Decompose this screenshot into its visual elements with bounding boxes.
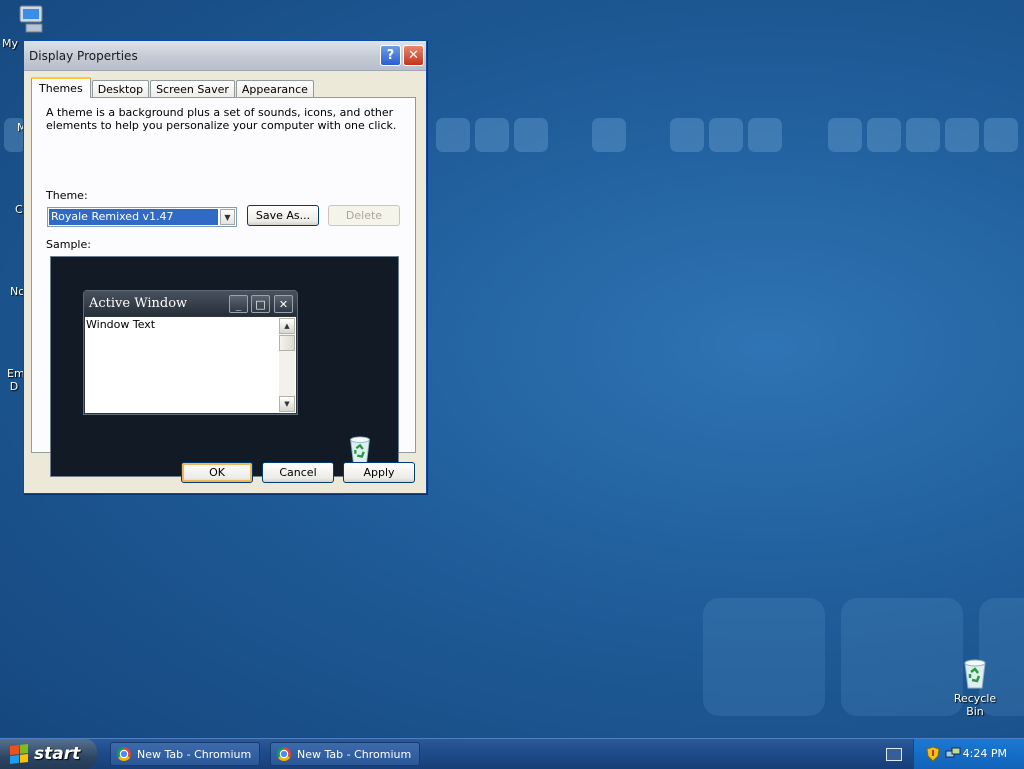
cancel-button[interactable]: Cancel (262, 462, 334, 483)
sample-window-title: Active Window (89, 296, 188, 311)
dialog-title: Display Properties (29, 48, 138, 63)
sample-scrollbar: ▲ ▼ (279, 318, 295, 412)
my-computer-icon (19, 5, 43, 33)
tab-appearance[interactable]: Appearance (235, 80, 314, 98)
security-shield-icon[interactable] (926, 746, 940, 762)
keyboard-icon[interactable] (886, 748, 902, 761)
network-icon[interactable] (945, 746, 961, 762)
theme-label: Theme: (46, 189, 88, 202)
sample-window-body: Window Text ▲ ▼ (85, 317, 296, 413)
scroll-thumb (279, 335, 295, 351)
tab-screen-saver[interactable]: Screen Saver (150, 80, 235, 98)
close-icon: ✕ (274, 295, 293, 313)
themes-panel: A theme is a background plus a set of so… (31, 97, 416, 477)
sample-label: Sample: (46, 238, 91, 251)
sample-window: Active Window _ □ ✕ Window Text ▲ ▼ (83, 290, 298, 415)
desktop-icon-label: C (15, 203, 23, 216)
start-label: start (34, 744, 81, 764)
taskbar: start New Tab - Chromium New Tab - Chrom… (0, 738, 1024, 769)
taskbar-item-chromium-1[interactable]: New Tab - Chromium (110, 742, 260, 766)
system-tray: 4:24 PM (913, 739, 1024, 769)
theme-select-value: Royale Remixed v1.47 (49, 209, 218, 225)
theme-description: A theme is a background plus a set of so… (46, 106, 397, 132)
apply-button[interactable]: Apply (343, 462, 415, 483)
desktop-icon-recycle-bin[interactable]: Recycle Bin (944, 658, 1006, 718)
theme-select[interactable]: Royale Remixed v1.47 ▼ (47, 207, 237, 227)
close-button[interactable]: ✕ (403, 45, 424, 66)
taskbar-item-chromium-2[interactable]: New Tab - Chromium (270, 742, 420, 766)
save-as-button[interactable]: Save As... (247, 205, 319, 226)
start-button[interactable]: start (0, 739, 97, 769)
help-button[interactable]: ? (380, 45, 401, 66)
display-properties-dialog: Display Properties ? ✕ Themes Desktop Sc… (23, 40, 427, 494)
taskbar-item-label: New Tab - Chromium (297, 747, 412, 761)
scroll-down-icon: ▼ (279, 396, 295, 412)
dialog-titlebar[interactable]: Display Properties ? ✕ (24, 41, 426, 71)
delete-button[interactable]: Delete (328, 205, 400, 226)
windows-logo-icon (10, 744, 28, 764)
tab-themes[interactable]: Themes (31, 77, 91, 98)
desktop-icon-partial-c[interactable]: C (15, 203, 23, 216)
minimize-icon: _ (229, 295, 248, 313)
tab-desktop[interactable]: Desktop (91, 80, 150, 98)
ok-button[interactable]: OK (181, 462, 253, 483)
taskbar-item-label: New Tab - Chromium (137, 747, 252, 761)
recycle-bin-icon (350, 436, 370, 464)
clock[interactable]: 4:24 PM (963, 747, 1007, 760)
chromium-icon (117, 747, 131, 761)
scroll-up-icon: ▲ (279, 318, 295, 334)
sample-window-titlebar: Active Window _ □ ✕ (84, 291, 297, 316)
theme-sample-preview: Active Window _ □ ✕ Window Text ▲ ▼ (50, 256, 399, 477)
help-icon: ? (386, 48, 395, 63)
close-icon: ✕ (408, 48, 419, 63)
recycle-bin-label: Recycle Bin (953, 692, 997, 718)
chevron-down-icon[interactable]: ▼ (220, 209, 235, 225)
chromium-icon (277, 747, 291, 761)
tab-strip: Themes Desktop Screen Saver Appearance (31, 76, 315, 98)
desktop-icon-partial-em[interactable]: Em D (7, 367, 25, 393)
maximize-icon: □ (251, 295, 270, 313)
sample-window-text: Window Text (86, 318, 156, 331)
recycle-bin-icon (964, 659, 986, 689)
